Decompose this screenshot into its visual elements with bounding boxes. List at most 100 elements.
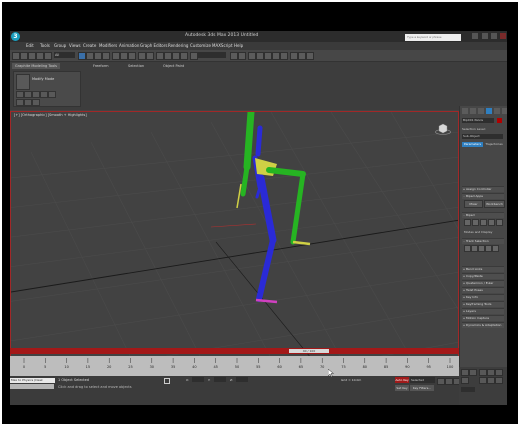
- snap-icon[interactable]: [156, 52, 164, 60]
- body-vertical-icon[interactable]: [471, 245, 478, 252]
- modify-tab-icon[interactable]: [470, 108, 476, 114]
- bend-links-rollout[interactable]: +Bend Links: [462, 266, 504, 272]
- view-cube-icon[interactable]: [435, 123, 451, 135]
- track-bar-ruler[interactable]: 0 5 10 15 20 25 30 35 40 45 50 55 60 65 70 75 80 85 90 95 10…: [10, 356, 459, 376]
- biped-left-foot[interactable]: [292, 240, 311, 246]
- stack-up-icon[interactable]: [16, 99, 24, 106]
- menu-modifiers[interactable]: Modifiers: [99, 43, 117, 48]
- edge-icon[interactable]: [24, 91, 32, 98]
- create-tab-icon[interactable]: [462, 108, 468, 114]
- polygon-modeling-icon[interactable]: [16, 74, 30, 90]
- link-icon[interactable]: [28, 52, 36, 60]
- render-setup-icon[interactable]: [290, 52, 298, 60]
- copy-paste-rollout[interactable]: +Copy/Paste: [462, 273, 504, 279]
- sub-object-dropdown[interactable]: Sub-Object: [462, 134, 503, 139]
- twist-poses-rollout[interactable]: +Twist Poses: [462, 287, 504, 293]
- menu-create[interactable]: Create: [83, 43, 96, 48]
- pan-icon[interactable]: [487, 377, 495, 384]
- search-input[interactable]: [405, 34, 461, 41]
- orbit-icon[interactable]: [495, 377, 503, 384]
- ribbon-toggle-icon[interactable]: [256, 52, 264, 60]
- biped-right-calf[interactable]: [256, 237, 276, 302]
- menu-tools[interactable]: Tools: [40, 43, 50, 48]
- time-slider[interactable]: [10, 348, 459, 354]
- prev-frame-icon[interactable]: [445, 378, 453, 385]
- preview-icon[interactable]: [32, 99, 40, 106]
- goto-end-icon[interactable]: [469, 369, 477, 376]
- bind-icon[interactable]: [44, 52, 52, 60]
- object-color-swatch[interactable]: [497, 118, 502, 123]
- key-info-rollout[interactable]: +Key Info: [462, 294, 504, 300]
- lock-icon[interactable]: [164, 378, 170, 384]
- track-selection-rollout[interactable]: -Track Selection: [462, 238, 504, 244]
- region-select-icon[interactable]: [94, 52, 102, 60]
- key-mode-toggle-icon[interactable]: [461, 377, 469, 384]
- window-crossing-icon[interactable]: [102, 52, 110, 60]
- biped-left-hand[interactable]: [236, 183, 242, 209]
- current-frame-field[interactable]: [461, 387, 475, 392]
- modify-mode-button[interactable]: Modify Mode: [32, 77, 54, 81]
- quaternion-euler-rollout[interactable]: +Quaternion / Euler: [462, 280, 504, 286]
- figure-mode-icon[interactable]: [464, 219, 471, 226]
- biped-left-calf[interactable]: [290, 171, 306, 245]
- menu-customize[interactable]: Customize: [190, 43, 211, 48]
- maxscript-listener[interactable]: Max to Physics (Desk: [10, 378, 55, 383]
- perspective-viewport[interactable]: [+] [Orthographic] [Smooth + Highlights]: [10, 111, 459, 357]
- align-icon[interactable]: [238, 52, 246, 60]
- biped-skeleton[interactable]: [236, 112, 311, 304]
- unlink-icon[interactable]: [36, 52, 44, 60]
- help-icon[interactable]: [472, 33, 478, 39]
- rotate-icon[interactable]: [120, 52, 128, 60]
- x-coord-field[interactable]: [192, 377, 204, 382]
- scale-icon[interactable]: [128, 52, 136, 60]
- element-icon[interactable]: [48, 91, 56, 98]
- mixer-mode-icon[interactable]: [488, 219, 495, 226]
- menu-help[interactable]: Help: [234, 43, 243, 48]
- utilities-tab-icon[interactable]: [502, 108, 507, 114]
- object-name-field[interactable]: Bip001 Pelvis: [462, 118, 494, 123]
- next-frame-icon[interactable]: [461, 369, 469, 376]
- named-selection-field[interactable]: [198, 52, 226, 58]
- zoom-all-icon[interactable]: [487, 369, 495, 376]
- maxscript-output[interactable]: [10, 384, 54, 389]
- render-icon[interactable]: [306, 52, 314, 60]
- biped-left-thigh[interactable]: [266, 167, 306, 177]
- pivot-icon[interactable]: [146, 52, 154, 60]
- body-rotation-icon[interactable]: [478, 245, 485, 252]
- menu-edit[interactable]: Edit: [26, 43, 34, 48]
- schematic-view-icon[interactable]: [272, 52, 280, 60]
- body-horizontal-icon[interactable]: [464, 245, 471, 252]
- menu-views[interactable]: Views: [69, 43, 81, 48]
- key-filters-button[interactable]: Key Filters...: [410, 385, 434, 391]
- biped-left-forearm[interactable]: [240, 164, 250, 197]
- redo-icon[interactable]: [20, 52, 28, 60]
- display-tab-icon[interactable]: [494, 108, 500, 114]
- hierarchy-tab-icon[interactable]: [478, 108, 484, 114]
- menu-rendering[interactable]: Rendering: [168, 43, 188, 48]
- spinner-snap-icon[interactable]: [180, 52, 188, 60]
- layers-rollout[interactable]: +Layers: [462, 308, 504, 314]
- viewport-canvas[interactable]: [11, 112, 459, 357]
- menu-maxscript[interactable]: MAXScript: [212, 43, 233, 48]
- biped-apps-rollout[interactable]: -Biped Apps: [462, 193, 504, 199]
- set-key-button[interactable]: Set Key: [395, 385, 409, 391]
- curve-editor-icon[interactable]: [264, 52, 272, 60]
- tab-object-paint[interactable]: Object Paint: [160, 63, 187, 69]
- menu-graph-editors[interactable]: Graph Editors: [140, 43, 167, 48]
- tab-parameters[interactable]: Parameters: [462, 142, 483, 147]
- tab-freeform[interactable]: Freeform: [90, 63, 112, 69]
- app-logo-icon[interactable]: 3: [11, 32, 20, 41]
- selection-filter-dropdown[interactable]: All: [54, 52, 75, 58]
- tab-selection[interactable]: Selection: [125, 63, 147, 69]
- biped-playback-icon[interactable]: [496, 219, 503, 226]
- angle-snap-icon[interactable]: [164, 52, 172, 60]
- key-mode-dropdown[interactable]: Selected: [410, 377, 435, 383]
- y-coord-field[interactable]: [214, 377, 226, 382]
- motion-flow-icon[interactable]: [480, 219, 487, 226]
- menu-animation[interactable]: Animation: [119, 43, 139, 48]
- move-icon[interactable]: [112, 52, 120, 60]
- modes-display-label[interactable]: Modes and Display: [464, 230, 492, 234]
- assign-controller-rollout[interactable]: +Assign Controller: [462, 186, 504, 192]
- vertex-icon[interactable]: [16, 91, 24, 98]
- biped-right-thigh[interactable]: [257, 174, 277, 244]
